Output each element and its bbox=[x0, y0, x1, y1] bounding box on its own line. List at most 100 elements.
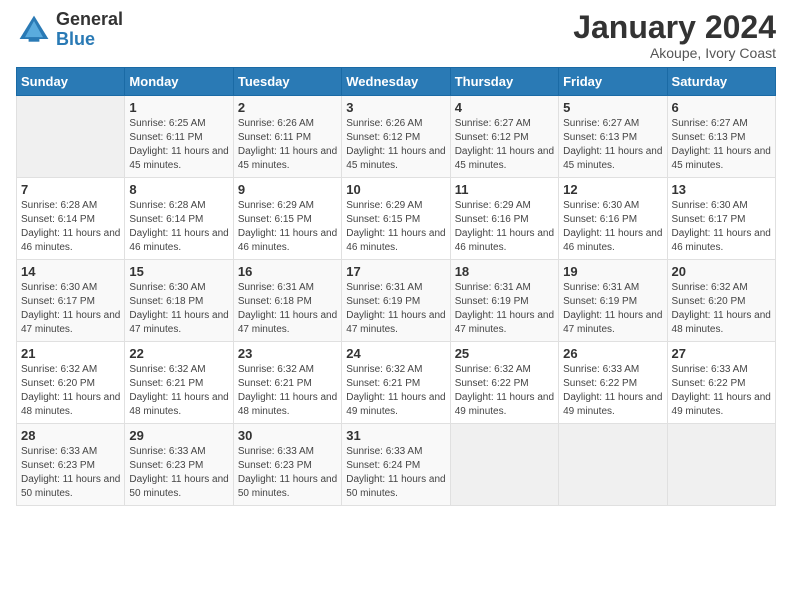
day-info: Sunrise: 6:33 AMSunset: 6:24 PMDaylight:… bbox=[346, 445, 445, 501]
day-number: 12 bbox=[563, 182, 662, 197]
day-info: Sunrise: 6:33 AMSunset: 6:23 PMDaylight:… bbox=[21, 445, 120, 501]
day-info: Sunrise: 6:32 AMSunset: 6:20 PMDaylight:… bbox=[672, 281, 771, 337]
day-number: 30 bbox=[238, 428, 337, 443]
day-number: 5 bbox=[563, 100, 662, 115]
day-number: 26 bbox=[563, 346, 662, 361]
day-number: 10 bbox=[346, 182, 445, 197]
calendar-week-row: 7 Sunrise: 6:28 AMSunset: 6:14 PMDaylight… bbox=[17, 178, 776, 260]
day-info: Sunrise: 6:29 AMSunset: 6:15 PMDaylight:… bbox=[346, 199, 445, 255]
calendar-cell: 6 Sunrise: 6:27 AMSunset: 6:13 PMDaylight… bbox=[667, 96, 775, 178]
day-number: 16 bbox=[238, 264, 337, 279]
calendar-cell: 14 Sunrise: 6:30 AMSunset: 6:17 PMDayligh… bbox=[17, 260, 125, 342]
day-number: 14 bbox=[21, 264, 120, 279]
calendar-cell: 19 Sunrise: 6:31 AMSunset: 6:19 PMDayligh… bbox=[559, 260, 667, 342]
calendar-week-row: 1Sunrise: 6:25 AMSunset: 6:11 PMDaylight… bbox=[17, 96, 776, 178]
day-info: Sunrise: 6:32 AMSunset: 6:20 PMDaylight:… bbox=[21, 363, 120, 419]
day-info: Sunrise: 6:26 AMSunset: 6:11 PMDaylight:… bbox=[238, 117, 337, 173]
day-number: 31 bbox=[346, 428, 445, 443]
logo: General Blue bbox=[16, 10, 123, 50]
day-info: Sunrise: 6:31 AMSunset: 6:19 PMDaylight:… bbox=[563, 281, 662, 337]
calendar-week-row: 28 Sunrise: 6:33 AMSunset: 6:23 PMDayligh… bbox=[17, 424, 776, 506]
day-number: 1 bbox=[129, 100, 228, 115]
calendar-cell: 22Sunrise: 6:32 AMSunset: 6:21 PMDayligh… bbox=[125, 342, 233, 424]
day-info: Sunrise: 6:28 AMSunset: 6:14 PMDaylight:… bbox=[21, 199, 120, 255]
day-info: Sunrise: 6:32 AMSunset: 6:22 PMDaylight:… bbox=[455, 363, 554, 419]
day-info: Sunrise: 6:33 AMSunset: 6:22 PMDaylight:… bbox=[563, 363, 662, 419]
calendar-cell: 29Sunrise: 6:33 AMSunset: 6:23 PMDayligh… bbox=[125, 424, 233, 506]
calendar-cell: 30 Sunrise: 6:33 AMSunset: 6:23 PMDayligh… bbox=[233, 424, 341, 506]
day-number: 18 bbox=[455, 264, 554, 279]
day-info: Sunrise: 6:27 AMSunset: 6:13 PMDaylight:… bbox=[563, 117, 662, 173]
calendar-cell: 1Sunrise: 6:25 AMSunset: 6:11 PMDaylight… bbox=[125, 96, 233, 178]
calendar-cell: 7 Sunrise: 6:28 AMSunset: 6:14 PMDaylight… bbox=[17, 178, 125, 260]
calendar-cell: 23Sunrise: 6:32 AMSunset: 6:21 PMDayligh… bbox=[233, 342, 341, 424]
calendar-cell: 5 Sunrise: 6:27 AMSunset: 6:13 PMDaylight… bbox=[559, 96, 667, 178]
day-info: Sunrise: 6:30 AMSunset: 6:17 PMDaylight:… bbox=[21, 281, 120, 337]
day-info: Sunrise: 6:30 AMSunset: 6:16 PMDaylight:… bbox=[563, 199, 662, 255]
calendar-cell: 9 Sunrise: 6:29 AMSunset: 6:15 PMDaylight… bbox=[233, 178, 341, 260]
day-info: Sunrise: 6:32 AMSunset: 6:21 PMDaylight:… bbox=[238, 363, 337, 419]
calendar-cell: 2 Sunrise: 6:26 AMSunset: 6:11 PMDaylight… bbox=[233, 96, 341, 178]
day-number: 6 bbox=[672, 100, 771, 115]
day-info: Sunrise: 6:29 AMSunset: 6:16 PMDaylight:… bbox=[455, 199, 554, 255]
calendar-cell bbox=[667, 424, 775, 506]
month-title: January 2024 bbox=[573, 10, 776, 45]
day-info: Sunrise: 6:32 AMSunset: 6:21 PMDaylight:… bbox=[129, 363, 228, 419]
day-number: 21 bbox=[21, 346, 120, 361]
day-info: Sunrise: 6:27 AMSunset: 6:12 PMDaylight:… bbox=[455, 117, 554, 173]
day-number: 9 bbox=[238, 182, 337, 197]
header-day: Saturday bbox=[667, 68, 775, 96]
calendar-cell: 24 Sunrise: 6:32 AMSunset: 6:21 PMDayligh… bbox=[342, 342, 450, 424]
day-number: 29 bbox=[129, 428, 228, 443]
header: General Blue January 2024 Akoupe, Ivory … bbox=[16, 10, 776, 61]
calendar-cell: 21 Sunrise: 6:32 AMSunset: 6:20 PMDayligh… bbox=[17, 342, 125, 424]
calendar-cell: 31 Sunrise: 6:33 AMSunset: 6:24 PMDayligh… bbox=[342, 424, 450, 506]
day-info: Sunrise: 6:31 AMSunset: 6:19 PMDaylight:… bbox=[346, 281, 445, 337]
subtitle: Akoupe, Ivory Coast bbox=[573, 45, 776, 61]
day-number: 17 bbox=[346, 264, 445, 279]
logo-text: General Blue bbox=[56, 10, 123, 50]
logo-icon bbox=[16, 12, 52, 48]
logo-blue-text: Blue bbox=[56, 30, 123, 50]
day-number: 19 bbox=[563, 264, 662, 279]
header-day: Thursday bbox=[450, 68, 558, 96]
header-day: Monday bbox=[125, 68, 233, 96]
calendar-body: 1Sunrise: 6:25 AMSunset: 6:11 PMDaylight… bbox=[17, 96, 776, 506]
logo-general-text: General bbox=[56, 10, 123, 30]
day-number: 13 bbox=[672, 182, 771, 197]
calendar-cell: 20 Sunrise: 6:32 AMSunset: 6:20 PMDayligh… bbox=[667, 260, 775, 342]
calendar-week-row: 14 Sunrise: 6:30 AMSunset: 6:17 PMDayligh… bbox=[17, 260, 776, 342]
header-day: Wednesday bbox=[342, 68, 450, 96]
day-info: Sunrise: 6:33 AMSunset: 6:23 PMDaylight:… bbox=[238, 445, 337, 501]
day-info: Sunrise: 6:31 AMSunset: 6:18 PMDaylight:… bbox=[238, 281, 337, 337]
day-number: 24 bbox=[346, 346, 445, 361]
day-number: 2 bbox=[238, 100, 337, 115]
day-info: Sunrise: 6:31 AMSunset: 6:19 PMDaylight:… bbox=[455, 281, 554, 337]
day-info: Sunrise: 6:29 AMSunset: 6:15 PMDaylight:… bbox=[238, 199, 337, 255]
calendar-cell: 10 Sunrise: 6:29 AMSunset: 6:15 PMDayligh… bbox=[342, 178, 450, 260]
day-info: Sunrise: 6:26 AMSunset: 6:12 PMDaylight:… bbox=[346, 117, 445, 173]
calendar-cell: 11Sunrise: 6:29 AMSunset: 6:16 PMDayligh… bbox=[450, 178, 558, 260]
title-block: January 2024 Akoupe, Ivory Coast bbox=[573, 10, 776, 61]
header-day: Tuesday bbox=[233, 68, 341, 96]
day-info: Sunrise: 6:28 AMSunset: 6:14 PMDaylight:… bbox=[129, 199, 228, 255]
day-number: 7 bbox=[21, 182, 120, 197]
day-number: 20 bbox=[672, 264, 771, 279]
calendar-header: SundayMondayTuesdayWednesdayThursdayFrid… bbox=[17, 68, 776, 96]
day-number: 8 bbox=[129, 182, 228, 197]
day-number: 3 bbox=[346, 100, 445, 115]
calendar-cell: 27Sunrise: 6:33 AMSunset: 6:22 PMDayligh… bbox=[667, 342, 775, 424]
calendar-cell: 18 Sunrise: 6:31 AMSunset: 6:19 PMDayligh… bbox=[450, 260, 558, 342]
calendar-table: SundayMondayTuesdayWednesdayThursdayFrid… bbox=[16, 67, 776, 506]
calendar-cell: 13Sunrise: 6:30 AMSunset: 6:17 PMDayligh… bbox=[667, 178, 775, 260]
day-info: Sunrise: 6:33 AMSunset: 6:22 PMDaylight:… bbox=[672, 363, 771, 419]
day-number: 15 bbox=[129, 264, 228, 279]
header-day: Sunday bbox=[17, 68, 125, 96]
calendar-cell bbox=[17, 96, 125, 178]
day-number: 28 bbox=[21, 428, 120, 443]
header-day: Friday bbox=[559, 68, 667, 96]
calendar-cell bbox=[450, 424, 558, 506]
calendar-week-row: 21 Sunrise: 6:32 AMSunset: 6:20 PMDayligh… bbox=[17, 342, 776, 424]
day-info: Sunrise: 6:32 AMSunset: 6:21 PMDaylight:… bbox=[346, 363, 445, 419]
day-info: Sunrise: 6:27 AMSunset: 6:13 PMDaylight:… bbox=[672, 117, 771, 173]
